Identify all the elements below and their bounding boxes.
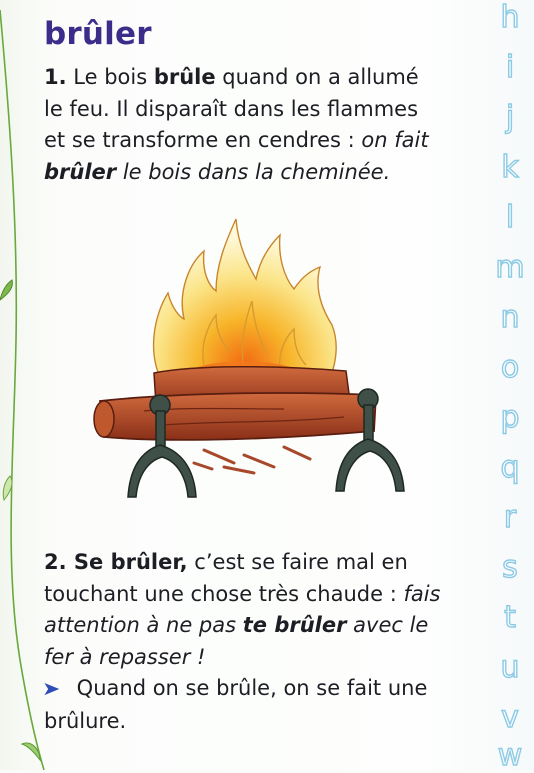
definition-keyword: brûle [153,65,216,89]
alphabet-letter-t[interactable]: t [490,599,530,635]
log [99,392,377,441]
definition-number: 2. [44,550,67,574]
alphabet-letter-w[interactable]: w [490,737,530,773]
alphabet-letter-s[interactable]: s [490,549,530,585]
alphabet-letter-h[interactable]: h [490,0,530,36]
note-text: Quand on se brûle, on se fait une brûlur… [44,676,428,733]
arrow-icon: ➤ [42,678,61,700]
fireplace-illustration [93,218,405,498]
definition-1: 1. Le bois brûle quand on a allumé le fe… [44,62,444,188]
alphabet-letter-n[interactable]: n [490,299,530,335]
example-text: on fait [361,128,429,152]
definition-text: Le bois [66,65,154,89]
alphabet-letter-i[interactable]: i [490,49,530,85]
alphabet-index: h i j k l m n o p q r s t u v w [490,0,530,773]
alphabet-letter-v[interactable]: v [490,699,530,735]
alphabet-letter-r[interactable]: r [490,499,530,535]
alphabet-letter-u[interactable]: u [490,649,530,685]
definition-headword: Se brûler, [66,550,188,574]
embers [192,445,312,475]
alphabet-letter-o[interactable]: o [490,349,530,385]
alphabet-letter-k[interactable]: k [490,149,530,185]
alphabet-letter-p[interactable]: p [490,399,530,435]
alphabet-letter-m[interactable]: m [490,249,530,285]
leaf-icon [0,279,13,301]
alphabet-letter-j[interactable]: j [490,99,530,135]
example-text: le bois dans la cheminée. [116,159,391,184]
example-keyword: brûler [44,159,117,184]
definition-number: 1. [44,65,67,89]
alphabet-letter-q[interactable]: q [490,449,530,485]
definition-2: 2. Se brûler, c’est se faire mal en touc… [42,547,444,737]
alphabet-letter-l[interactable]: l [490,199,530,235]
example-keyword: te brûler [242,613,347,637]
entry-title: brûler [44,16,152,52]
